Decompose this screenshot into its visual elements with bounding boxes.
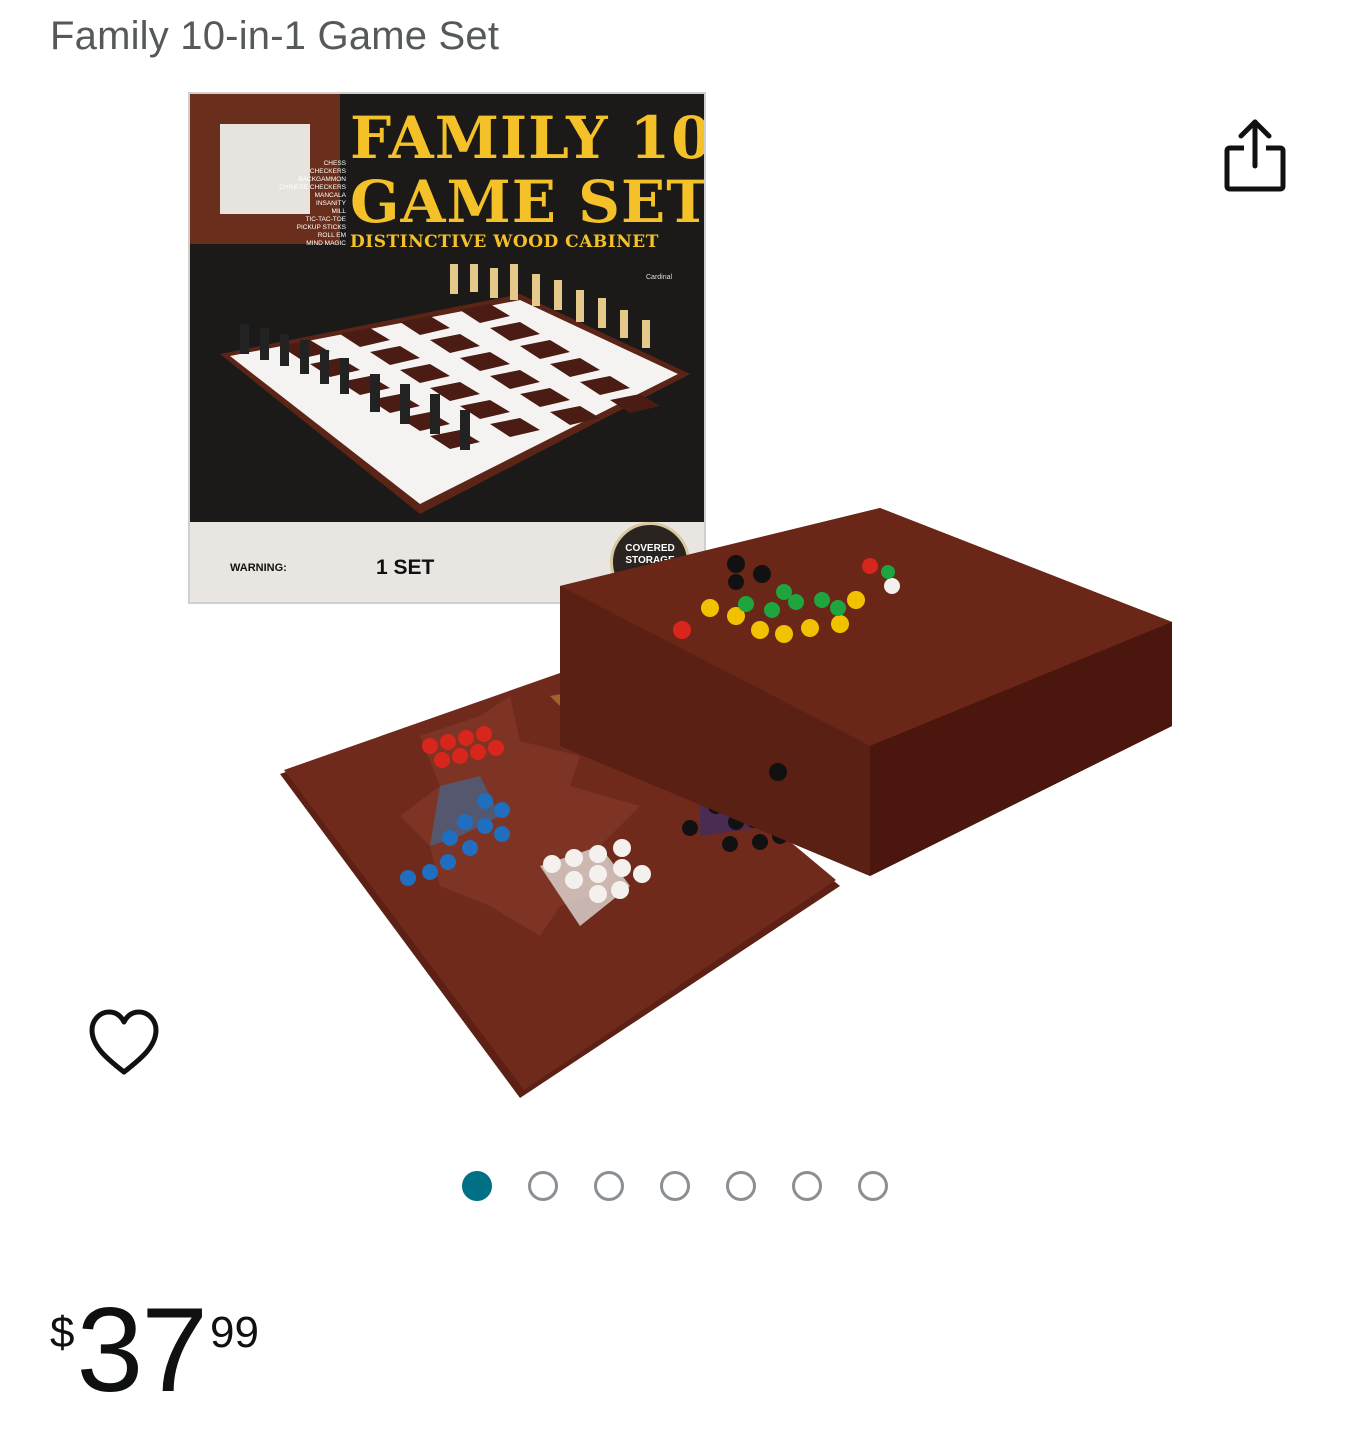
share-icon (1224, 119, 1286, 192)
price-fraction: 99 (209, 1308, 259, 1357)
carousel-dot[interactable] (528, 1171, 558, 1201)
game-list-item: MIND MAGIC (306, 240, 346, 247)
game-list-item: BACKGAMMON (298, 176, 346, 183)
image-carousel-pagination (462, 1171, 888, 1201)
game-list-item: MILL (331, 208, 346, 215)
game-list-item: TIC-TAC-TOE (305, 216, 346, 223)
game-list-item: INSANITY (316, 200, 346, 207)
carousel-dot[interactable] (858, 1171, 888, 1201)
game-list-item: ROLL EM (317, 232, 346, 239)
heart-icon (89, 1009, 159, 1075)
carousel-dot[interactable] (462, 1171, 492, 1201)
share-button[interactable] (1222, 118, 1288, 194)
wishlist-button[interactable] (86, 1006, 162, 1082)
box-title-line1: FAMILY 10 (350, 104, 706, 172)
box-game-list: CHESS CHECKERS BACKGAMMON CHINESE CHECKE… (272, 160, 346, 248)
carousel-dot[interactable] (792, 1171, 822, 1201)
price-currency-symbol: $ (50, 1308, 75, 1357)
price-whole: 37 (76, 1283, 207, 1417)
carousel-dot[interactable] (660, 1171, 690, 1201)
price: $ 37 99 (50, 1290, 259, 1410)
game-list-item: CHECKERS (309, 168, 346, 175)
carousel-dot[interactable] (594, 1171, 624, 1201)
product-title: Family 10-in-1 Game Set (50, 14, 500, 58)
game-list-item: CHINESE CHECKERS (279, 184, 346, 191)
box-subtitle: DISTINCTIVE WOOD CABINET (350, 232, 659, 252)
game-cabinet-illustration (280, 508, 1172, 1098)
game-list-item: MANCALA (314, 192, 346, 199)
game-list-item: CHESS (323, 160, 346, 167)
product-image[interactable]: FAMILY 10 GAME SET DISTINCTIVE WOOD CABI… (180, 86, 1180, 1106)
carousel-dot[interactable] (726, 1171, 756, 1201)
game-list-item: PICKUP STICKS (296, 224, 346, 231)
box-title-line2: GAME SET (350, 168, 706, 236)
